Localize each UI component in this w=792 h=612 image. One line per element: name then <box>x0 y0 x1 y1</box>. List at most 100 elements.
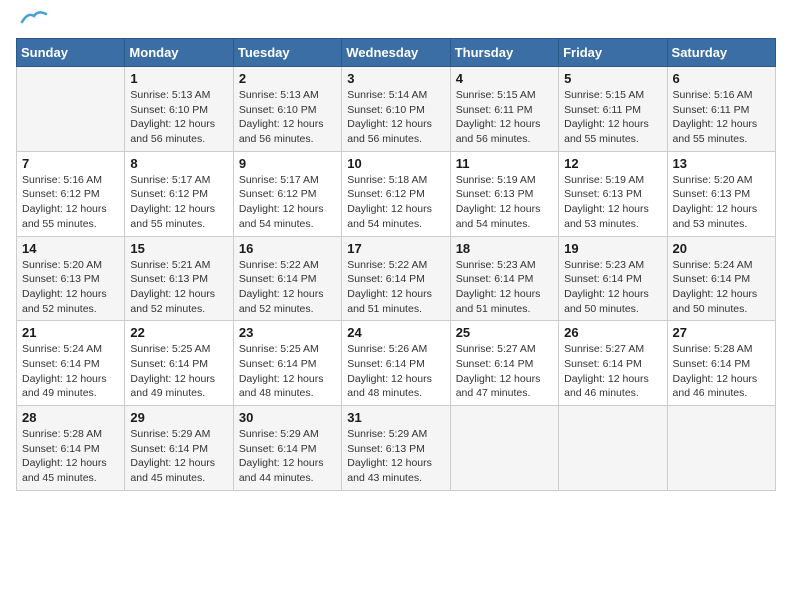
calendar-cell: 1 Sunrise: 5:13 AM Sunset: 6:10 PM Daylig… <box>125 67 233 152</box>
day-info: Sunrise: 5:22 AM Sunset: 6:14 PM Dayligh… <box>239 258 336 317</box>
calendar-cell: 2 Sunrise: 5:13 AM Sunset: 6:10 PM Daylig… <box>233 67 341 152</box>
day-number: 1 <box>130 71 227 86</box>
day-header-saturday: Saturday <box>667 39 775 67</box>
day-info: Sunrise: 5:23 AM Sunset: 6:14 PM Dayligh… <box>456 258 553 317</box>
day-info: Sunrise: 5:28 AM Sunset: 6:14 PM Dayligh… <box>22 427 119 486</box>
day-info: Sunrise: 5:15 AM Sunset: 6:11 PM Dayligh… <box>456 88 553 147</box>
calendar-week-row: 7 Sunrise: 5:16 AM Sunset: 6:12 PM Daylig… <box>17 151 776 236</box>
calendar-cell: 28 Sunrise: 5:28 AM Sunset: 6:14 PM Dayli… <box>17 406 125 491</box>
day-info: Sunrise: 5:19 AM Sunset: 6:13 PM Dayligh… <box>456 173 553 232</box>
day-info: Sunrise: 5:27 AM Sunset: 6:14 PM Dayligh… <box>564 342 661 401</box>
day-header-tuesday: Tuesday <box>233 39 341 67</box>
day-number: 16 <box>239 241 336 256</box>
calendar-cell: 16 Sunrise: 5:22 AM Sunset: 6:14 PM Dayli… <box>233 236 341 321</box>
calendar-cell <box>17 67 125 152</box>
day-number: 29 <box>130 410 227 425</box>
calendar-week-row: 14 Sunrise: 5:20 AM Sunset: 6:13 PM Dayli… <box>17 236 776 321</box>
day-info: Sunrise: 5:13 AM Sunset: 6:10 PM Dayligh… <box>239 88 336 147</box>
day-number: 2 <box>239 71 336 86</box>
day-number: 10 <box>347 156 444 171</box>
day-info: Sunrise: 5:23 AM Sunset: 6:14 PM Dayligh… <box>564 258 661 317</box>
calendar-cell: 26 Sunrise: 5:27 AM Sunset: 6:14 PM Dayli… <box>559 321 667 406</box>
calendar-cell: 8 Sunrise: 5:17 AM Sunset: 6:12 PM Daylig… <box>125 151 233 236</box>
day-number: 19 <box>564 241 661 256</box>
day-number: 23 <box>239 325 336 340</box>
calendar-cell: 3 Sunrise: 5:14 AM Sunset: 6:10 PM Daylig… <box>342 67 450 152</box>
day-info: Sunrise: 5:20 AM Sunset: 6:13 PM Dayligh… <box>673 173 770 232</box>
day-header-sunday: Sunday <box>17 39 125 67</box>
day-number: 15 <box>130 241 227 256</box>
day-info: Sunrise: 5:25 AM Sunset: 6:14 PM Dayligh… <box>239 342 336 401</box>
calendar-cell: 31 Sunrise: 5:29 AM Sunset: 6:13 PM Dayli… <box>342 406 450 491</box>
calendar-cell: 11 Sunrise: 5:19 AM Sunset: 6:13 PM Dayli… <box>450 151 558 236</box>
day-number: 5 <box>564 71 661 86</box>
day-number: 12 <box>564 156 661 171</box>
calendar-cell: 5 Sunrise: 5:15 AM Sunset: 6:11 PM Daylig… <box>559 67 667 152</box>
calendar-cell <box>559 406 667 491</box>
day-number: 13 <box>673 156 770 171</box>
day-info: Sunrise: 5:14 AM Sunset: 6:10 PM Dayligh… <box>347 88 444 147</box>
header <box>16 16 776 28</box>
calendar-cell: 27Sunrise: 5:28 AM Sunset: 6:14 PM Dayli… <box>667 321 775 406</box>
calendar-cell: 13 Sunrise: 5:20 AM Sunset: 6:13 PM Dayli… <box>667 151 775 236</box>
calendar-cell <box>667 406 775 491</box>
day-number: 24 <box>347 325 444 340</box>
day-number: 11 <box>456 156 553 171</box>
day-info: Sunrise: 5:28 AM Sunset: 6:14 PM Dayligh… <box>673 342 770 401</box>
day-number: 31 <box>347 410 444 425</box>
calendar-cell: 20Sunrise: 5:24 AM Sunset: 6:14 PM Dayli… <box>667 236 775 321</box>
day-header-thursday: Thursday <box>450 39 558 67</box>
day-info: Sunrise: 5:13 AM Sunset: 6:10 PM Dayligh… <box>130 88 227 147</box>
calendar-cell: 14 Sunrise: 5:20 AM Sunset: 6:13 PM Dayli… <box>17 236 125 321</box>
day-info: Sunrise: 5:29 AM Sunset: 6:14 PM Dayligh… <box>130 427 227 486</box>
calendar-week-row: 1 Sunrise: 5:13 AM Sunset: 6:10 PM Daylig… <box>17 67 776 152</box>
day-info: Sunrise: 5:29 AM Sunset: 6:13 PM Dayligh… <box>347 427 444 486</box>
day-info: Sunrise: 5:25 AM Sunset: 6:14 PM Dayligh… <box>130 342 227 401</box>
calendar-week-row: 21 Sunrise: 5:24 AM Sunset: 6:14 PM Dayli… <box>17 321 776 406</box>
logo-bird-icon <box>20 8 48 28</box>
day-info: Sunrise: 5:20 AM Sunset: 6:13 PM Dayligh… <box>22 258 119 317</box>
day-info: Sunrise: 5:17 AM Sunset: 6:12 PM Dayligh… <box>130 173 227 232</box>
calendar-cell: 19 Sunrise: 5:23 AM Sunset: 6:14 PM Dayli… <box>559 236 667 321</box>
day-number: 14 <box>22 241 119 256</box>
day-number: 25 <box>456 325 553 340</box>
day-info: Sunrise: 5:29 AM Sunset: 6:14 PM Dayligh… <box>239 427 336 486</box>
calendar-cell: 7 Sunrise: 5:16 AM Sunset: 6:12 PM Daylig… <box>17 151 125 236</box>
day-info: Sunrise: 5:17 AM Sunset: 6:12 PM Dayligh… <box>239 173 336 232</box>
logo <box>16 16 48 28</box>
day-info: Sunrise: 5:24 AM Sunset: 6:14 PM Dayligh… <box>22 342 119 401</box>
calendar-cell: 22Sunrise: 5:25 AM Sunset: 6:14 PM Dayli… <box>125 321 233 406</box>
day-number: 28 <box>22 410 119 425</box>
calendar-cell <box>450 406 558 491</box>
day-number: 8 <box>130 156 227 171</box>
day-info: Sunrise: 5:22 AM Sunset: 6:14 PM Dayligh… <box>347 258 444 317</box>
day-number: 26 <box>564 325 661 340</box>
calendar-cell: 21 Sunrise: 5:24 AM Sunset: 6:14 PM Dayli… <box>17 321 125 406</box>
day-info: Sunrise: 5:16 AM Sunset: 6:11 PM Dayligh… <box>673 88 770 147</box>
day-number: 18 <box>456 241 553 256</box>
day-header-monday: Monday <box>125 39 233 67</box>
day-number: 4 <box>456 71 553 86</box>
day-info: Sunrise: 5:24 AM Sunset: 6:14 PM Dayligh… <box>673 258 770 317</box>
day-number: 30 <box>239 410 336 425</box>
day-info: Sunrise: 5:15 AM Sunset: 6:11 PM Dayligh… <box>564 88 661 147</box>
day-number: 9 <box>239 156 336 171</box>
calendar-cell: 12 Sunrise: 5:19 AM Sunset: 6:13 PM Dayli… <box>559 151 667 236</box>
day-info: Sunrise: 5:26 AM Sunset: 6:14 PM Dayligh… <box>347 342 444 401</box>
calendar-cell: 10Sunrise: 5:18 AM Sunset: 6:12 PM Dayli… <box>342 151 450 236</box>
calendar-cell: 15Sunrise: 5:21 AM Sunset: 6:13 PM Dayli… <box>125 236 233 321</box>
day-info: Sunrise: 5:16 AM Sunset: 6:12 PM Dayligh… <box>22 173 119 232</box>
calendar-cell: 9 Sunrise: 5:17 AM Sunset: 6:12 PM Daylig… <box>233 151 341 236</box>
calendar-cell: 17 Sunrise: 5:22 AM Sunset: 6:14 PM Dayli… <box>342 236 450 321</box>
day-number: 7 <box>22 156 119 171</box>
day-number: 3 <box>347 71 444 86</box>
day-number: 6 <box>673 71 770 86</box>
calendar-cell: 23 Sunrise: 5:25 AM Sunset: 6:14 PM Dayli… <box>233 321 341 406</box>
day-number: 17 <box>347 241 444 256</box>
day-info: Sunrise: 5:19 AM Sunset: 6:13 PM Dayligh… <box>564 173 661 232</box>
calendar-cell: 18 Sunrise: 5:23 AM Sunset: 6:14 PM Dayli… <box>450 236 558 321</box>
calendar-cell: 4 Sunrise: 5:15 AM Sunset: 6:11 PM Daylig… <box>450 67 558 152</box>
calendar-week-row: 28 Sunrise: 5:28 AM Sunset: 6:14 PM Dayli… <box>17 406 776 491</box>
day-number: 21 <box>22 325 119 340</box>
day-header-friday: Friday <box>559 39 667 67</box>
